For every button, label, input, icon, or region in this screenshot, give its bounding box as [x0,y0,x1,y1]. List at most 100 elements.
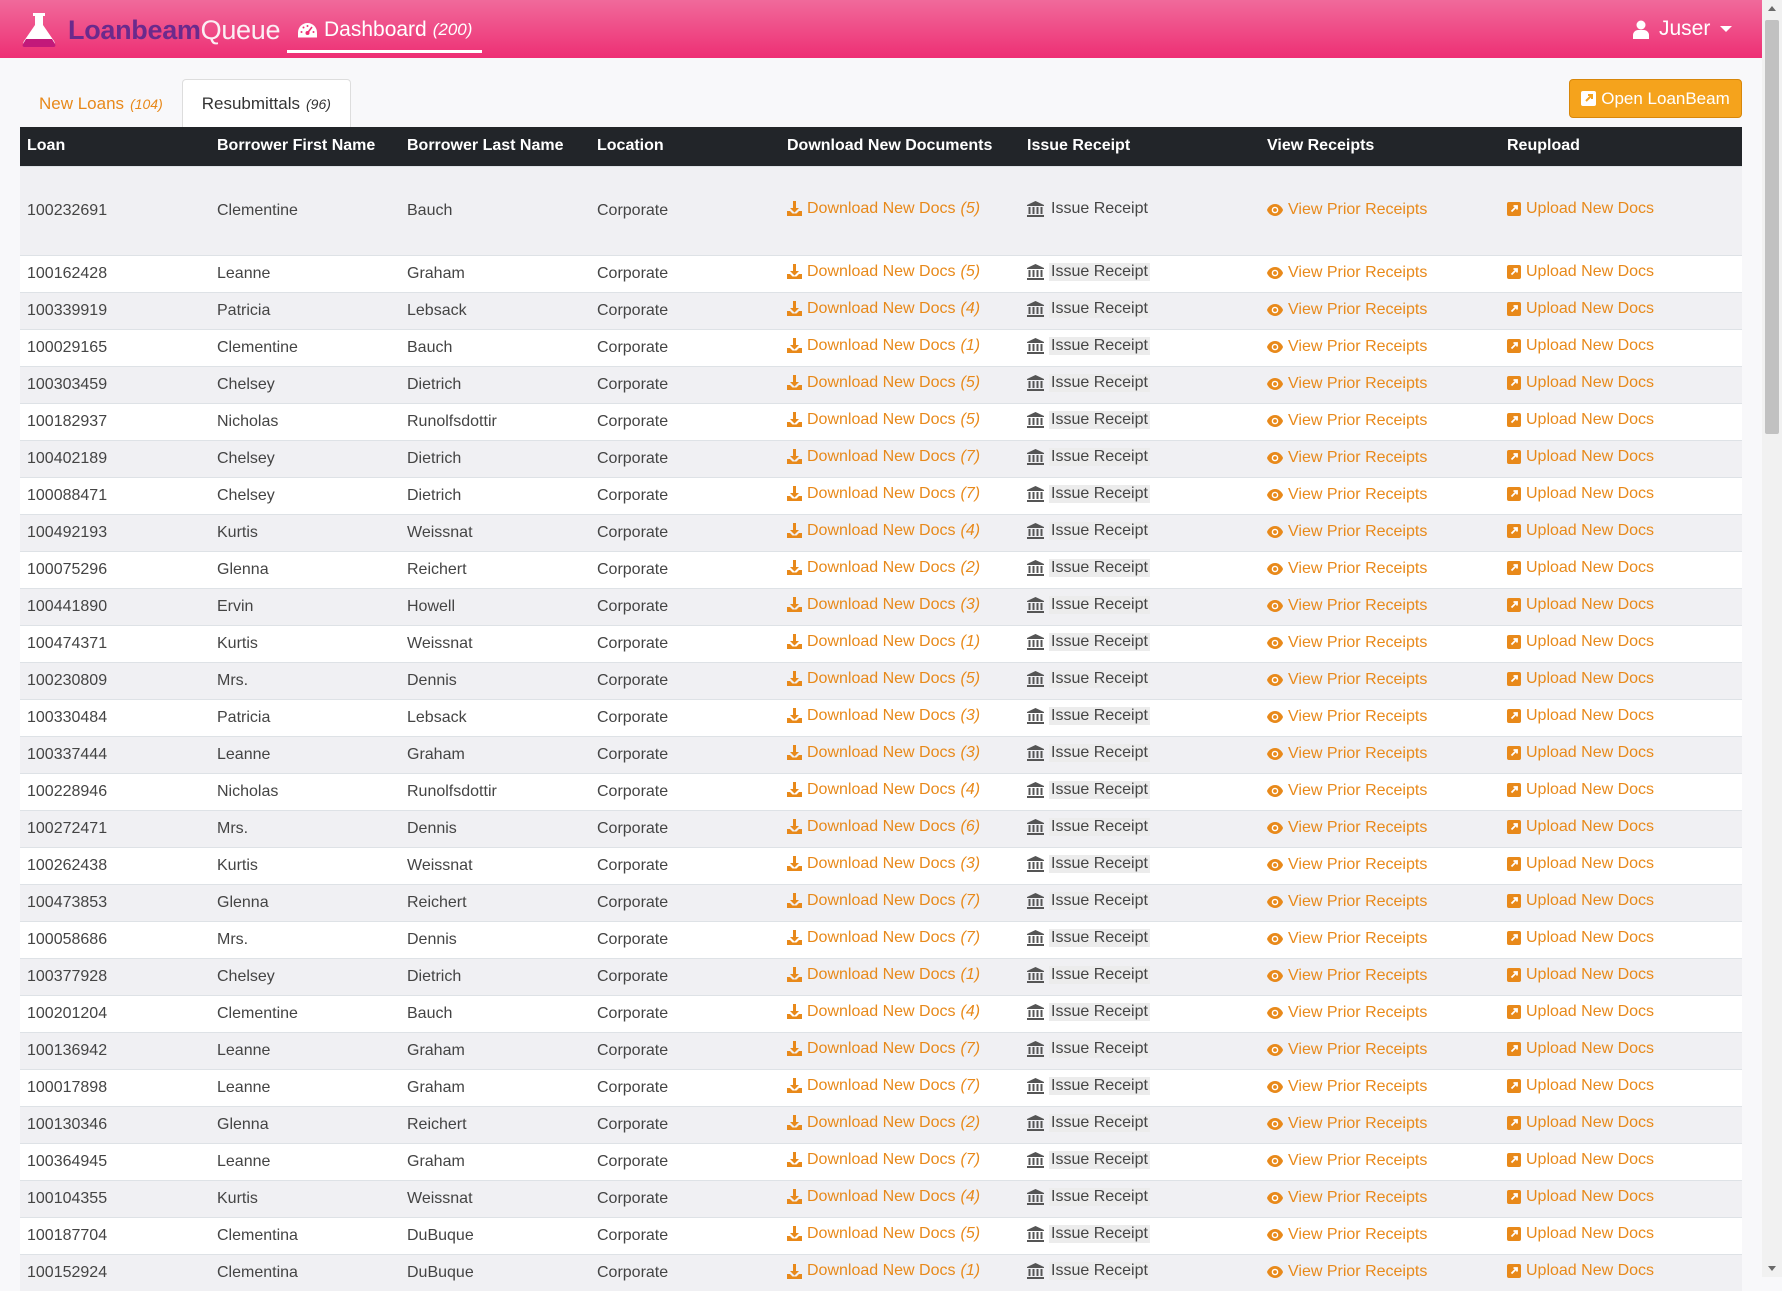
upload-new-docs-link[interactable]: Upload New Docs [1507,670,1654,688]
issue-receipt-button[interactable]: Issue Receipt [1027,1039,1150,1058]
download-docs-link[interactable]: Download New Docs (7) [787,485,980,503]
issue-receipt-button[interactable]: Issue Receipt [1027,706,1150,725]
issue-receipt-button[interactable]: Issue Receipt [1027,558,1150,577]
download-docs-link[interactable]: Download New Docs (3) [787,744,980,762]
column-header-last-name[interactable]: Borrower Last Name [400,127,590,166]
view-prior-receipts-link[interactable]: View Prior Receipts [1267,449,1427,467]
issue-receipt-button[interactable]: Issue Receipt [1027,484,1150,503]
upload-new-docs-link[interactable]: Upload New Docs [1507,1225,1654,1243]
view-prior-receipts-link[interactable]: View Prior Receipts [1267,1004,1427,1022]
open-loanbeam-button[interactable]: Open LoanBeam [1569,79,1742,118]
download-docs-link[interactable]: Download New Docs (3) [787,855,980,873]
issue-receipt-button[interactable]: Issue Receipt [1027,817,1150,836]
upload-new-docs-link[interactable]: Upload New Docs [1507,1262,1654,1280]
upload-new-docs-link[interactable]: Upload New Docs [1507,1003,1654,1021]
view-prior-receipts-link[interactable]: View Prior Receipts [1267,708,1427,726]
download-docs-link[interactable]: Download New Docs (7) [787,892,980,910]
download-docs-link[interactable]: Download New Docs (5) [787,1225,980,1243]
download-docs-link[interactable]: Download New Docs (7) [787,1077,980,1095]
column-header-first-name[interactable]: Borrower First Name [210,127,400,166]
view-prior-receipts-link[interactable]: View Prior Receipts [1267,375,1427,393]
view-prior-receipts-link[interactable]: View Prior Receipts [1267,338,1427,356]
download-docs-link[interactable]: Download New Docs (5) [787,263,980,281]
upload-new-docs-link[interactable]: Upload New Docs [1507,1040,1654,1058]
issue-receipt-button[interactable]: Issue Receipt [1027,410,1150,429]
nav-dashboard[interactable]: Dashboard (200) [287,10,483,53]
scroll-up-arrow-icon[interactable] [1768,6,1776,11]
view-prior-receipts-link[interactable]: View Prior Receipts [1267,1041,1427,1059]
view-prior-receipts-link[interactable]: View Prior Receipts [1267,819,1427,837]
download-docs-link[interactable]: Download New Docs (2) [787,1114,980,1132]
download-docs-link[interactable]: Download New Docs (1) [787,1262,980,1280]
download-docs-link[interactable]: Download New Docs (2) [787,559,980,577]
view-prior-receipts-link[interactable]: View Prior Receipts [1267,597,1427,615]
upload-new-docs-link[interactable]: Upload New Docs [1507,966,1654,984]
issue-receipt-button[interactable]: Issue Receipt [1027,1076,1150,1095]
issue-receipt-button[interactable]: Issue Receipt [1027,336,1150,355]
upload-new-docs-link[interactable]: Upload New Docs [1507,448,1654,466]
view-prior-receipts-link[interactable]: View Prior Receipts [1267,486,1427,504]
view-prior-receipts-link[interactable]: View Prior Receipts [1267,893,1427,911]
download-docs-link[interactable]: Download New Docs (7) [787,1040,980,1058]
upload-new-docs-link[interactable]: Upload New Docs [1507,929,1654,947]
download-docs-link[interactable]: Download New Docs (4) [787,522,980,540]
upload-new-docs-link[interactable]: Upload New Docs [1507,633,1654,651]
view-prior-receipts-link[interactable]: View Prior Receipts [1267,745,1427,763]
upload-new-docs-link[interactable]: Upload New Docs [1507,707,1654,725]
view-prior-receipts-link[interactable]: View Prior Receipts [1267,1115,1427,1133]
upload-new-docs-link[interactable]: Upload New Docs [1507,855,1654,873]
issue-receipt-button[interactable]: Issue Receipt [1027,1224,1150,1243]
view-prior-receipts-link[interactable]: View Prior Receipts [1267,201,1427,219]
upload-new-docs-link[interactable]: Upload New Docs [1507,1188,1654,1206]
page-scrollbar[interactable] [1762,0,1782,1277]
download-docs-link[interactable]: Download New Docs (7) [787,448,980,466]
upload-new-docs-link[interactable]: Upload New Docs [1507,374,1654,392]
download-docs-link[interactable]: Download New Docs (1) [787,337,980,355]
issue-receipt-button[interactable]: Issue Receipt [1027,1113,1150,1132]
issue-receipt-button[interactable]: Issue Receipt [1027,447,1150,466]
download-docs-link[interactable]: Download New Docs (4) [787,1188,980,1206]
view-prior-receipts-link[interactable]: View Prior Receipts [1267,560,1427,578]
issue-receipt-button[interactable]: Issue Receipt [1027,200,1150,218]
upload-new-docs-link[interactable]: Upload New Docs [1507,818,1654,836]
view-prior-receipts-link[interactable]: View Prior Receipts [1267,1078,1427,1096]
download-docs-link[interactable]: Download New Docs (3) [787,596,980,614]
column-header-location[interactable]: Location [590,127,780,166]
download-docs-link[interactable]: Download New Docs (5) [787,200,980,218]
issue-receipt-button[interactable]: Issue Receipt [1027,669,1150,688]
tab-resubmittals[interactable]: Resubmittals (96) [181,79,351,128]
view-prior-receipts-link[interactable]: View Prior Receipts [1267,412,1427,430]
column-header-view-receipts[interactable]: View Receipts [1260,127,1500,166]
issue-receipt-button[interactable]: Issue Receipt [1027,1002,1150,1021]
issue-receipt-button[interactable]: Issue Receipt [1027,632,1150,651]
download-docs-link[interactable]: Download New Docs (1) [787,633,980,651]
upload-new-docs-link[interactable]: Upload New Docs [1507,781,1654,799]
issue-receipt-button[interactable]: Issue Receipt [1027,965,1150,984]
download-docs-link[interactable]: Download New Docs (3) [787,707,980,725]
column-header-loan[interactable]: Loan [20,127,210,166]
upload-new-docs-link[interactable]: Upload New Docs [1507,744,1654,762]
brand[interactable]: LoanbeamQueue [18,8,281,52]
user-menu[interactable]: Juser [1633,14,1733,44]
issue-receipt-button[interactable]: Issue Receipt [1027,1150,1150,1169]
scrollbar-thumb[interactable] [1765,20,1779,434]
column-header-reupload[interactable]: Reupload [1500,127,1742,166]
upload-new-docs-link[interactable]: Upload New Docs [1507,300,1654,318]
view-prior-receipts-link[interactable]: View Prior Receipts [1267,264,1427,282]
upload-new-docs-link[interactable]: Upload New Docs [1507,337,1654,355]
view-prior-receipts-link[interactable]: View Prior Receipts [1267,523,1427,541]
view-prior-receipts-link[interactable]: View Prior Receipts [1267,930,1427,948]
upload-new-docs-link[interactable]: Upload New Docs [1507,892,1654,910]
download-docs-link[interactable]: Download New Docs (4) [787,1003,980,1021]
upload-new-docs-link[interactable]: Upload New Docs [1507,559,1654,577]
upload-new-docs-link[interactable]: Upload New Docs [1507,1114,1654,1132]
upload-new-docs-link[interactable]: Upload New Docs [1507,411,1654,429]
issue-receipt-button[interactable]: Issue Receipt [1027,780,1150,799]
upload-new-docs-link[interactable]: Upload New Docs [1507,263,1654,281]
view-prior-receipts-link[interactable]: View Prior Receipts [1267,782,1427,800]
issue-receipt-button[interactable]: Issue Receipt [1027,262,1150,281]
download-docs-link[interactable]: Download New Docs (5) [787,411,980,429]
upload-new-docs-link[interactable]: Upload New Docs [1507,485,1654,503]
download-docs-link[interactable]: Download New Docs (7) [787,1151,980,1169]
view-prior-receipts-link[interactable]: View Prior Receipts [1267,967,1427,985]
